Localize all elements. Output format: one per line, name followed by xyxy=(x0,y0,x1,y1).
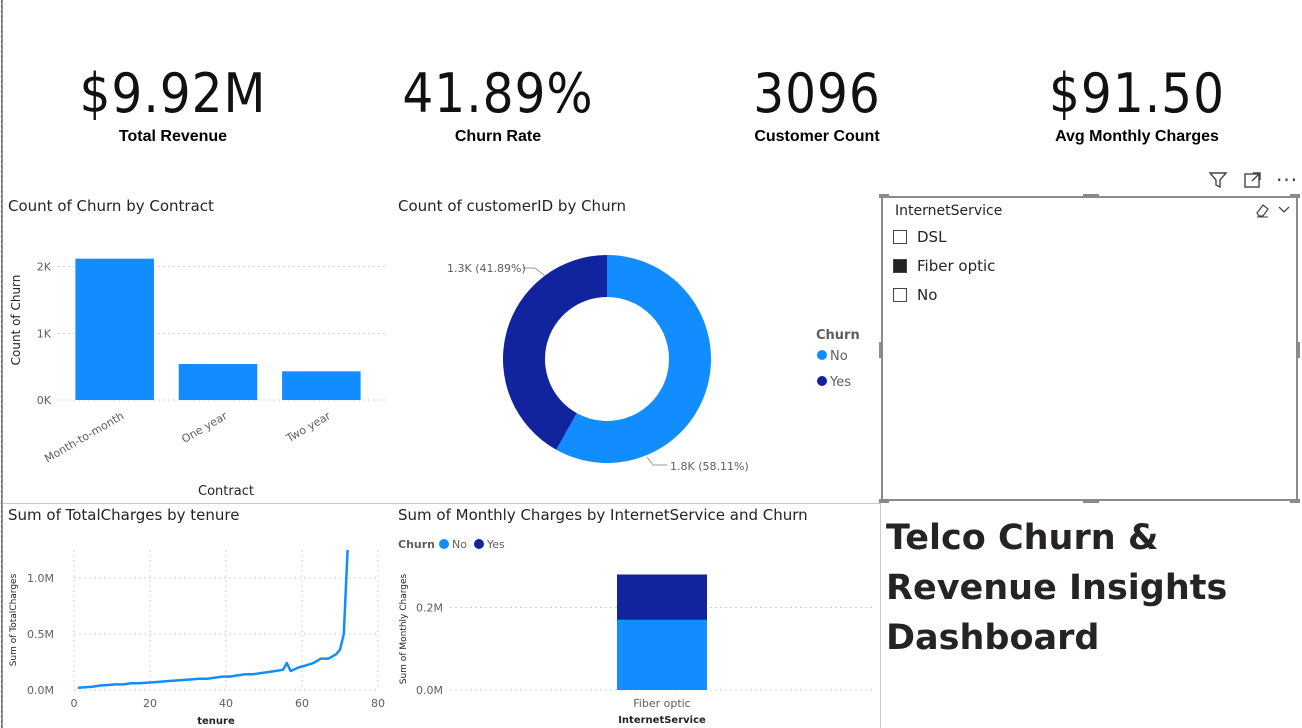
y-tick-label: 1K xyxy=(37,327,52,340)
chart-title-totalcharges-by-tenure: Sum of TotalCharges by tenure xyxy=(8,506,240,524)
kpi-value: 41.89% xyxy=(402,62,594,125)
more-options-icon[interactable]: ··· xyxy=(1276,168,1298,192)
dashboard-title: Telco Churn & Revenue Insights Dashboard xyxy=(886,513,1296,663)
slicer-item-label: Fiber optic xyxy=(917,257,996,275)
dashboard-title-line: Telco Churn & xyxy=(886,518,1159,558)
legend-title: Churn xyxy=(398,538,435,551)
dashboard-title-line: Revenue Insights xyxy=(886,568,1228,608)
y-tick-label: 1.0M xyxy=(27,572,54,585)
bar-month-to-month xyxy=(75,258,154,400)
legend-marker-yes xyxy=(817,376,827,386)
chart-monthly-charges-by-service: Churn No Yes 0.0M 0.2M Fiber optic InternetSer… xyxy=(398,538,873,726)
checkbox[interactable] xyxy=(893,230,907,244)
x-tick-label: Fiber optic xyxy=(633,697,690,710)
focus-mode-icon[interactable] xyxy=(1243,170,1263,195)
checkbox[interactable] xyxy=(893,288,907,302)
separator-line xyxy=(0,503,881,504)
y-tick-label: 0.2M xyxy=(416,602,443,615)
legend-label: Yes xyxy=(829,375,851,390)
resize-handle[interactable] xyxy=(1290,194,1300,198)
x-tick-label: One year xyxy=(179,409,230,446)
y-tick-label: 0.0M xyxy=(416,684,443,697)
chart-customerid-by-churn: 1.8K (58.11%) 1.3K (41.89%) Churn No Yes xyxy=(447,255,860,473)
chevron-down-icon[interactable] xyxy=(1277,201,1291,220)
separator-line xyxy=(880,503,881,728)
x-tick-label: Month-to-month xyxy=(42,409,126,465)
kpi-label: Avg Monthly Charges xyxy=(1055,128,1219,145)
kpi-total-revenue: $9.92M Total Revenue xyxy=(13,66,333,146)
slicer-title: InternetService xyxy=(895,203,1003,219)
y-tick-label: 2K xyxy=(37,261,52,274)
legend-marker-no xyxy=(817,350,827,360)
x-tick-label: 40 xyxy=(219,697,233,710)
kpi-value: $9.92M xyxy=(79,62,267,125)
legend-label: No xyxy=(452,538,467,551)
x-tick-label: 0 xyxy=(71,697,78,710)
x-tick-label: 80 xyxy=(371,697,385,710)
data-label-yes: 1.3K (41.89%) xyxy=(447,262,526,275)
chart-title-customerid-by-churn: Count of customerID by Churn xyxy=(398,197,626,215)
y-tick-label: 0.5M xyxy=(27,628,54,641)
dashboard-title-line: Dashboard xyxy=(886,618,1100,658)
kpi-churn-rate: 41.89% Churn Rate xyxy=(338,66,658,146)
y-tick-label: 0K xyxy=(37,394,52,407)
y-axis-title: Sum of Monthly Charges xyxy=(399,573,409,684)
eraser-icon[interactable] xyxy=(1254,202,1270,222)
bar-two-year xyxy=(282,371,361,400)
y-axis-title: Sum of TotalCharges xyxy=(9,573,19,666)
resize-handle[interactable] xyxy=(879,342,883,358)
x-tick-label: 60 xyxy=(295,697,309,710)
chart-totalcharges-by-tenure: 0.0M 0.5M 1.0M 0 20 40 60 80 tenure Sum of TotalC… xyxy=(9,549,385,727)
x-tick-label: Two year xyxy=(283,409,333,445)
resize-handle[interactable] xyxy=(1290,499,1300,503)
slicer-item-dsl[interactable]: DSL xyxy=(893,228,946,246)
x-axis-title: InternetService xyxy=(618,715,706,726)
leader-line xyxy=(523,267,546,277)
slicer-item-label: DSL xyxy=(917,228,947,246)
y-tick-label: 0.0M xyxy=(27,684,54,697)
x-axis-title: Contract xyxy=(198,484,254,499)
resize-handle[interactable] xyxy=(1083,499,1099,503)
slicer-item-no[interactable]: No xyxy=(893,286,937,304)
legend-label: No xyxy=(830,349,848,364)
resize-handle[interactable] xyxy=(1083,194,1099,198)
legend-label: Yes xyxy=(486,538,505,551)
data-label-no: 1.8K (58.11%) xyxy=(670,460,749,473)
kpi-value: $91.50 xyxy=(1049,62,1225,125)
series-line xyxy=(77,549,349,690)
kpi-label: Customer Count xyxy=(754,128,880,145)
y-axis-title: Count of Churn xyxy=(9,275,23,366)
checkbox[interactable] xyxy=(893,259,907,273)
resize-handle[interactable] xyxy=(1296,342,1300,358)
kpi-value: 3096 xyxy=(753,62,881,125)
resize-handle[interactable] xyxy=(879,499,889,503)
legend-title: Churn xyxy=(816,328,860,343)
x-axis-title: tenure xyxy=(197,716,235,727)
kpi-customer-count: 3096 Customer Count xyxy=(657,66,977,146)
internet-service-slicer[interactable]: InternetService DSL Fiber optic No xyxy=(881,196,1298,501)
bar-one-year xyxy=(178,364,258,400)
kpi-label: Total Revenue xyxy=(118,128,228,145)
filter-icon[interactable] xyxy=(1208,170,1228,195)
bar-segment-no xyxy=(617,619,707,690)
kpi-avg-monthly-charges: $91.50 Avg Monthly Charges xyxy=(977,66,1297,146)
chart-title-churn-by-contract: Count of Churn by Contract xyxy=(8,197,214,215)
chart-title-monthly-charges-by-service: Sum of Monthly Charges by InternetServic… xyxy=(398,506,808,524)
leader-line xyxy=(646,456,667,466)
chart-churn-by-contract: 0K 1K 2K Month-to-month One year Two year Cont… xyxy=(9,258,388,499)
resize-handle[interactable] xyxy=(879,194,889,198)
slicer-item-label: No xyxy=(917,286,938,304)
legend-marker-yes xyxy=(474,539,484,549)
slicer-item-fiber-optic[interactable]: Fiber optic xyxy=(893,257,995,275)
x-tick-label: 20 xyxy=(143,697,157,710)
bar-segment-yes xyxy=(617,574,707,620)
kpi-label: Churn Rate xyxy=(454,128,542,145)
legend-marker-no xyxy=(439,539,449,549)
